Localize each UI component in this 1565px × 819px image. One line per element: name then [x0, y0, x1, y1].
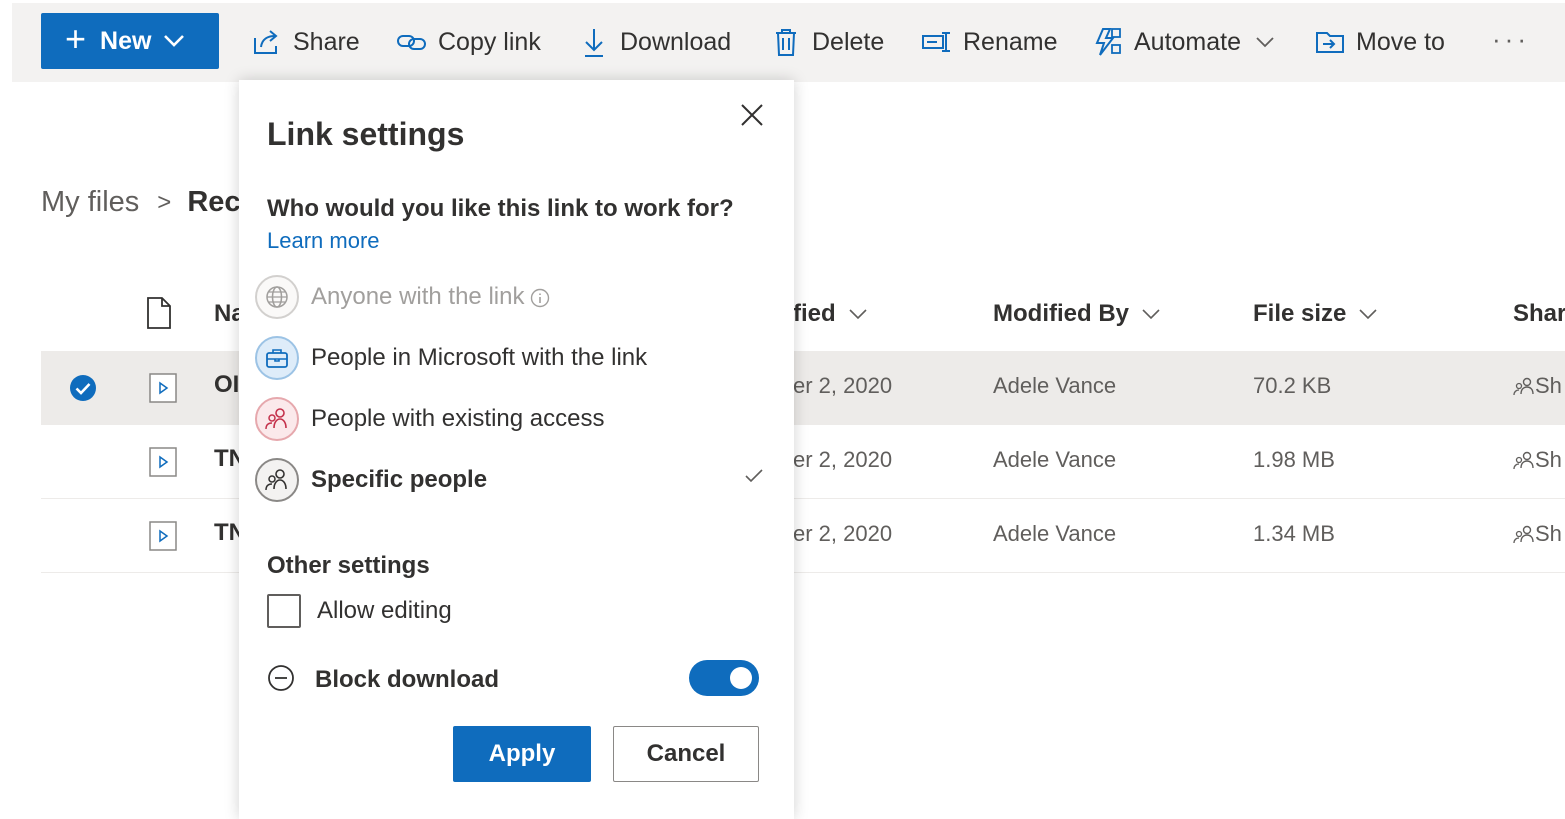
people-icon — [1513, 525, 1534, 544]
share-icon — [251, 26, 283, 58]
checkmark-circle-icon[interactable] — [69, 374, 97, 402]
breadcrumb: My files > Rec — [41, 186, 241, 219]
file-size: 1.98 MB — [1253, 447, 1335, 472]
option-specific-people[interactable]: Specific people — [255, 452, 770, 508]
file-size: 70.2 KB — [1253, 373, 1332, 398]
briefcase-icon — [255, 336, 299, 380]
modified-date: er 2, 2020 — [793, 373, 893, 398]
checkmark-icon — [744, 468, 764, 489]
plus-icon: + — [65, 18, 87, 59]
column-header-modified-by[interactable]: Modified By — [993, 300, 1161, 328]
column-header-file-size-label: File size — [1253, 300, 1347, 327]
video-file-icon — [149, 521, 177, 551]
column-header-modified[interactable]: fied — [793, 300, 868, 328]
option-label: Specific people — [311, 466, 488, 493]
chevron-down-icon — [163, 34, 185, 48]
block-download-label: Block download — [315, 666, 500, 693]
video-file-icon — [149, 447, 177, 477]
chevron-down-icon — [848, 308, 868, 320]
breadcrumb-current: Rec — [187, 186, 241, 218]
sharing-status-label: Sh — [1535, 447, 1562, 472]
option-label: People with existing access — [311, 405, 605, 432]
delete-label: Delete — [812, 27, 885, 56]
automate-icon — [1092, 26, 1124, 58]
sharing-status[interactable]: Sh — [1513, 373, 1562, 399]
other-settings-heading: Other settings — [267, 552, 430, 579]
move-to-button[interactable]: Move to — [1314, 22, 1445, 62]
breadcrumb-root[interactable]: My files — [41, 186, 139, 219]
column-header-file-size[interactable]: File size — [1253, 300, 1378, 328]
file-size: 1.34 MB — [1253, 521, 1335, 546]
people-icon — [255, 458, 299, 502]
modified-by: Adele Vance — [993, 373, 1117, 398]
share-label: Share — [293, 27, 360, 56]
block-icon — [267, 664, 295, 697]
more-options-button[interactable]: ··· — [1492, 24, 1530, 55]
chevron-down-icon — [1141, 308, 1161, 320]
rename-icon — [921, 26, 953, 58]
toggle-knob — [730, 667, 752, 689]
people-icon — [1513, 377, 1534, 396]
panel-title: Link settings — [267, 116, 465, 152]
globe-icon — [255, 275, 299, 319]
delete-button[interactable]: Delete — [770, 22, 884, 62]
file-type-icon[interactable] — [145, 296, 173, 330]
automate-button[interactable]: Automate — [1092, 22, 1275, 62]
cancel-button[interactable]: Cancel — [613, 726, 759, 782]
option-anyone-with-link[interactable]: Anyone with the link — [255, 269, 770, 325]
column-header-sharing[interactable]: Shari — [1513, 300, 1565, 328]
sharing-status-label: Sh — [1535, 521, 1562, 546]
modified-date: er 2, 2020 — [793, 521, 893, 546]
option-people-in-org[interactable]: People in Microsoft with the link — [255, 330, 770, 386]
sharing-status-label: Sh — [1535, 373, 1562, 398]
allow-editing-checkbox[interactable] — [267, 594, 301, 628]
rename-label: Rename — [963, 27, 1058, 56]
sharing-status[interactable]: Sh — [1513, 521, 1562, 547]
new-button-label: New — [100, 26, 152, 55]
option-existing-access[interactable]: People with existing access — [255, 391, 770, 447]
modified-by: Adele Vance — [993, 521, 1117, 546]
modified-date: er 2, 2020 — [793, 447, 893, 472]
modified-by: Adele Vance — [993, 447, 1117, 472]
audience-question: Who would you like this link to work for… — [267, 195, 734, 222]
link-settings-panel: Link settings Who would you like this li… — [239, 80, 794, 819]
move-to-icon — [1314, 26, 1346, 58]
block-download-toggle[interactable] — [689, 660, 759, 696]
close-icon[interactable] — [735, 98, 769, 132]
copy-link-button[interactable]: Copy link — [396, 22, 541, 62]
link-icon — [396, 26, 428, 58]
new-button[interactable]: + New — [41, 13, 219, 69]
info-icon[interactable] — [530, 288, 550, 308]
download-label: Download — [620, 27, 732, 56]
option-label: People in Microsoft with the link — [311, 344, 648, 371]
chevron-down-icon — [1255, 36, 1275, 48]
allow-editing-label: Allow editing — [317, 597, 452, 624]
file-name[interactable]: OI — [214, 371, 239, 399]
apply-button[interactable]: Apply — [453, 726, 591, 782]
copy-link-label: Copy link — [438, 27, 541, 56]
option-label: Anyone with the link — [311, 283, 525, 310]
learn-more-link[interactable]: Learn more — [267, 228, 380, 254]
chevron-down-icon — [1358, 308, 1378, 320]
block-download-row: Block download — [267, 660, 759, 700]
automate-label: Automate — [1134, 27, 1242, 56]
download-button[interactable]: Download — [578, 22, 731, 62]
trash-icon — [770, 26, 802, 58]
video-file-icon — [149, 373, 177, 403]
column-header-modified-label: fied — [793, 300, 836, 327]
people-icon — [1513, 451, 1534, 470]
people-icon — [255, 397, 299, 441]
breadcrumb-separator: > — [157, 188, 172, 216]
move-to-label: Move to — [1356, 27, 1445, 56]
share-button[interactable]: Share — [251, 22, 360, 62]
column-header-modified-by-label: Modified By — [993, 300, 1129, 327]
sharing-status[interactable]: Sh — [1513, 447, 1562, 473]
download-icon — [578, 26, 610, 58]
rename-button[interactable]: Rename — [921, 22, 1058, 62]
allow-editing-row[interactable]: Allow editing — [267, 594, 452, 628]
